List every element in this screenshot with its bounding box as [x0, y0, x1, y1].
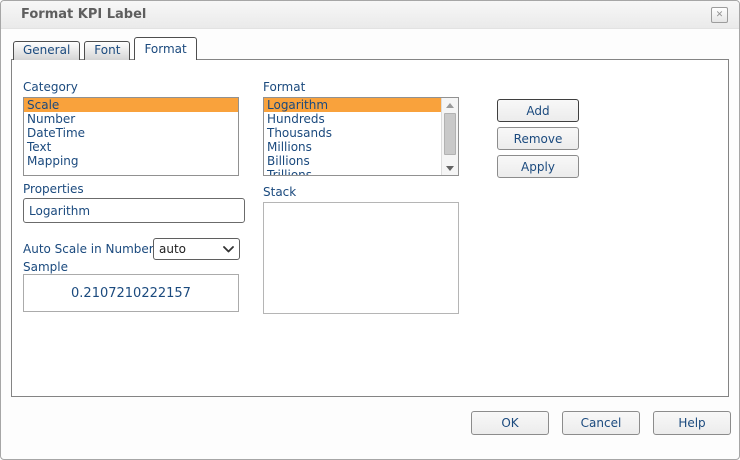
add-button[interactable]: Add	[497, 99, 579, 122]
format-label: Format	[263, 80, 305, 94]
format-item[interactable]: Millions	[264, 140, 442, 154]
chevron-down-icon	[223, 246, 234, 253]
auto-scale-label: Auto Scale in Number:	[23, 242, 158, 256]
remove-button[interactable]: Remove	[497, 127, 579, 150]
category-item[interactable]: Mapping	[24, 154, 238, 168]
format-item[interactable]: Logarithm	[264, 98, 442, 112]
close-icon[interactable]: ✕	[711, 7, 728, 23]
dialog-title: Format KPI Label	[21, 1, 146, 28]
apply-button[interactable]: Apply	[497, 155, 579, 178]
category-item[interactable]: Text	[24, 140, 238, 154]
category-item[interactable]: DateTime	[24, 126, 238, 140]
scrollbar-thumb[interactable]	[444, 113, 456, 155]
format-item[interactable]: Billions	[264, 154, 442, 168]
sample-box: 0.2107210222157	[23, 274, 239, 312]
stack-label: Stack	[263, 185, 296, 199]
tab-format[interactable]: Format	[134, 37, 196, 60]
format-tab-panel: Category ScaleNumberDateTimeTextMapping …	[11, 59, 729, 397]
dialog-titlebar: Format KPI Label ✕	[1, 1, 739, 29]
tab-bar: General Font Format	[13, 37, 201, 60]
sample-value: 0.2107210222157	[71, 286, 191, 301]
stack-listbox[interactable]	[263, 202, 459, 314]
auto-scale-select[interactable]: auto	[153, 238, 240, 260]
format-item[interactable]: Thousands	[264, 126, 442, 140]
ok-button[interactable]: OK	[471, 411, 549, 435]
properties-label: Properties	[23, 182, 84, 196]
scroll-down-icon[interactable]	[442, 161, 458, 175]
help-button[interactable]: Help	[653, 411, 731, 435]
format-list-scrollbar[interactable]	[441, 98, 458, 175]
format-kpi-label-dialog: Format KPI Label ✕ General Font Format C…	[0, 0, 740, 460]
auto-scale-value: auto	[159, 242, 223, 256]
category-label: Category	[23, 80, 78, 94]
category-listbox[interactable]: ScaleNumberDateTimeTextMapping	[23, 97, 239, 176]
category-item[interactable]: Number	[24, 112, 238, 126]
scroll-up-icon[interactable]	[442, 98, 458, 112]
sample-label: Sample	[23, 260, 68, 274]
tab-font[interactable]: Font	[84, 41, 130, 60]
format-listbox[interactable]: LogarithmHundredsThousandsMillionsBillio…	[263, 97, 459, 176]
format-item[interactable]: Trillions	[264, 168, 442, 176]
properties-input[interactable]	[23, 198, 245, 223]
tab-general[interactable]: General	[13, 41, 80, 60]
category-item[interactable]: Scale	[24, 98, 238, 112]
cancel-button[interactable]: Cancel	[562, 411, 640, 435]
format-item[interactable]: Hundreds	[264, 112, 442, 126]
